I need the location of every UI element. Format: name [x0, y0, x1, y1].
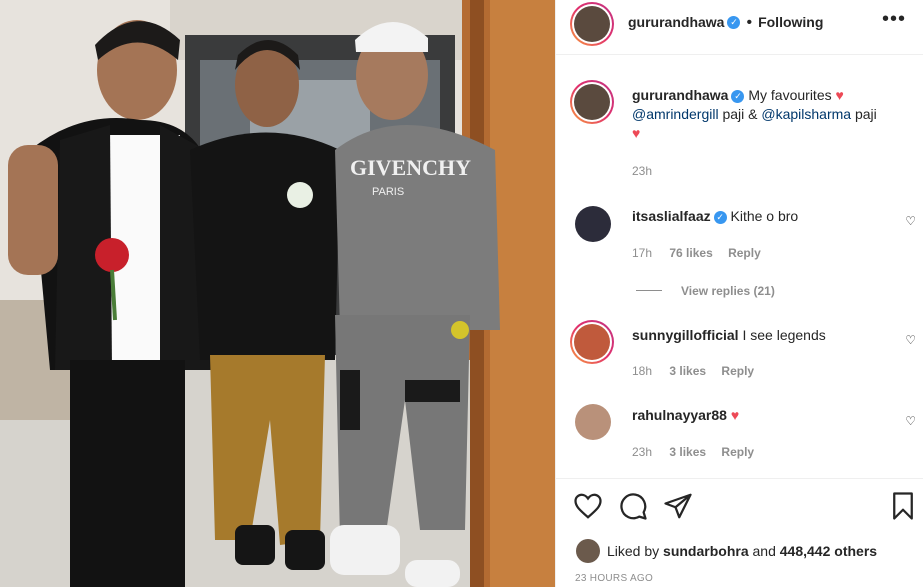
following-button[interactable]: Following: [758, 14, 823, 30]
caption-text-3: paji: [854, 106, 877, 122]
liked-by-and: and: [752, 543, 776, 559]
liked-by-line: Liked by sundarbohra and 448,442 others: [607, 543, 877, 559]
mention-amrindergill[interactable]: @amrindergill: [632, 106, 719, 122]
caption-time: 23h: [632, 164, 653, 178]
liked-by-prefix: Liked by: [607, 543, 660, 559]
caption-username[interactable]: gururandhawa: [632, 87, 728, 103]
like-comment-heart-icon[interactable]: ♡: [905, 414, 916, 428]
caption-text: gururandhawa ✓ My favourites ♥ @amrinderg…: [632, 86, 912, 143]
caption-text-1: My favourites: [748, 87, 832, 103]
liker-avatar[interactable]: [576, 539, 600, 563]
comment-body: rahulnayyar88 ♥: [632, 406, 739, 425]
like-comment-heart-icon[interactable]: ♡: [905, 214, 916, 228]
comment-meta: 23h 3 likes Reply: [632, 445, 754, 459]
comment-time: 17h: [632, 246, 653, 260]
header-meta: gururandhawa ✓ • Following: [628, 14, 823, 32]
comment-username[interactable]: itsaslialfaaz: [632, 208, 711, 224]
post-timestamp[interactable]: 23 HOURS AGO: [575, 573, 653, 584]
caption-text-2: paji &: [722, 106, 758, 122]
mention-kapilsharma[interactable]: @kapilsharma: [761, 106, 851, 122]
commenter-avatar[interactable]: [570, 320, 614, 364]
verified-badge-icon: ✓: [731, 89, 745, 103]
comment-likes[interactable]: 3 likes: [669, 364, 706, 378]
reply-button[interactable]: Reply: [721, 364, 754, 378]
author-username[interactable]: gururandhawa: [628, 14, 724, 30]
comment-likes[interactable]: 76 likes: [669, 246, 712, 260]
commenter-avatar[interactable]: [575, 404, 611, 440]
comment-text: Kithe o bro: [730, 208, 799, 224]
verified-badge-icon: ✓: [727, 16, 741, 30]
reply-button[interactable]: Reply: [728, 246, 761, 260]
comment-body: itsaslialfaaz ✓ Kithe o bro: [632, 207, 798, 226]
post-photo[interactable]: GIVENCHY PARIS: [0, 0, 555, 587]
comment-icon[interactable]: [618, 491, 648, 521]
post-image: GIVENCHY PARIS: [0, 0, 555, 587]
save-bookmark-icon[interactable]: [888, 491, 918, 521]
comment-body: sunnygillofficial I see legends: [632, 326, 826, 345]
red-heart-emoji-icon: ♥: [632, 125, 641, 141]
post-actions: Liked by sundarbohra and 448,442 others …: [556, 478, 923, 588]
svg-text:GIVENCHY: GIVENCHY: [350, 155, 471, 180]
commenter-avatar[interactable]: [575, 206, 611, 242]
post-header: gururandhawa ✓ • Following •••: [556, 0, 923, 55]
view-replies-line: [636, 290, 662, 291]
more-options-icon[interactable]: •••: [882, 8, 906, 31]
liked-by-user[interactable]: sundarbohra: [663, 543, 749, 559]
others-count-link[interactable]: 448,442 others: [780, 543, 877, 559]
like-comment-heart-icon[interactable]: ♡: [905, 333, 916, 347]
comment-meta: 17h 76 likes Reply: [632, 246, 761, 260]
like-heart-icon[interactable]: [573, 491, 603, 521]
author-avatar[interactable]: [570, 2, 614, 46]
verified-badge-icon: ✓: [713, 210, 727, 224]
svg-text:PARIS: PARIS: [372, 186, 404, 198]
view-replies-button[interactable]: View replies (21): [681, 284, 775, 298]
comment-username[interactable]: sunnygillofficial: [632, 327, 739, 343]
red-heart-emoji-icon: ♥: [730, 407, 740, 423]
reply-button[interactable]: Reply: [721, 445, 754, 459]
comment-username[interactable]: rahulnayyar88: [632, 407, 727, 423]
comment-text: I see legends: [742, 327, 826, 343]
comment-likes[interactable]: 3 likes: [669, 445, 706, 459]
share-paper-plane-icon[interactable]: [663, 491, 693, 521]
comment-meta: 18h 3 likes Reply: [632, 364, 754, 378]
comment-time: 23h: [632, 445, 653, 459]
red-heart-emoji-icon: ♥: [835, 87, 844, 103]
caption-author-avatar[interactable]: [570, 80, 614, 124]
comment-time: 18h: [632, 364, 653, 378]
post-details-panel: gururandhawa ✓ • Following ••• gururandhawa…: [555, 0, 923, 587]
separator-dot: •: [746, 14, 753, 31]
